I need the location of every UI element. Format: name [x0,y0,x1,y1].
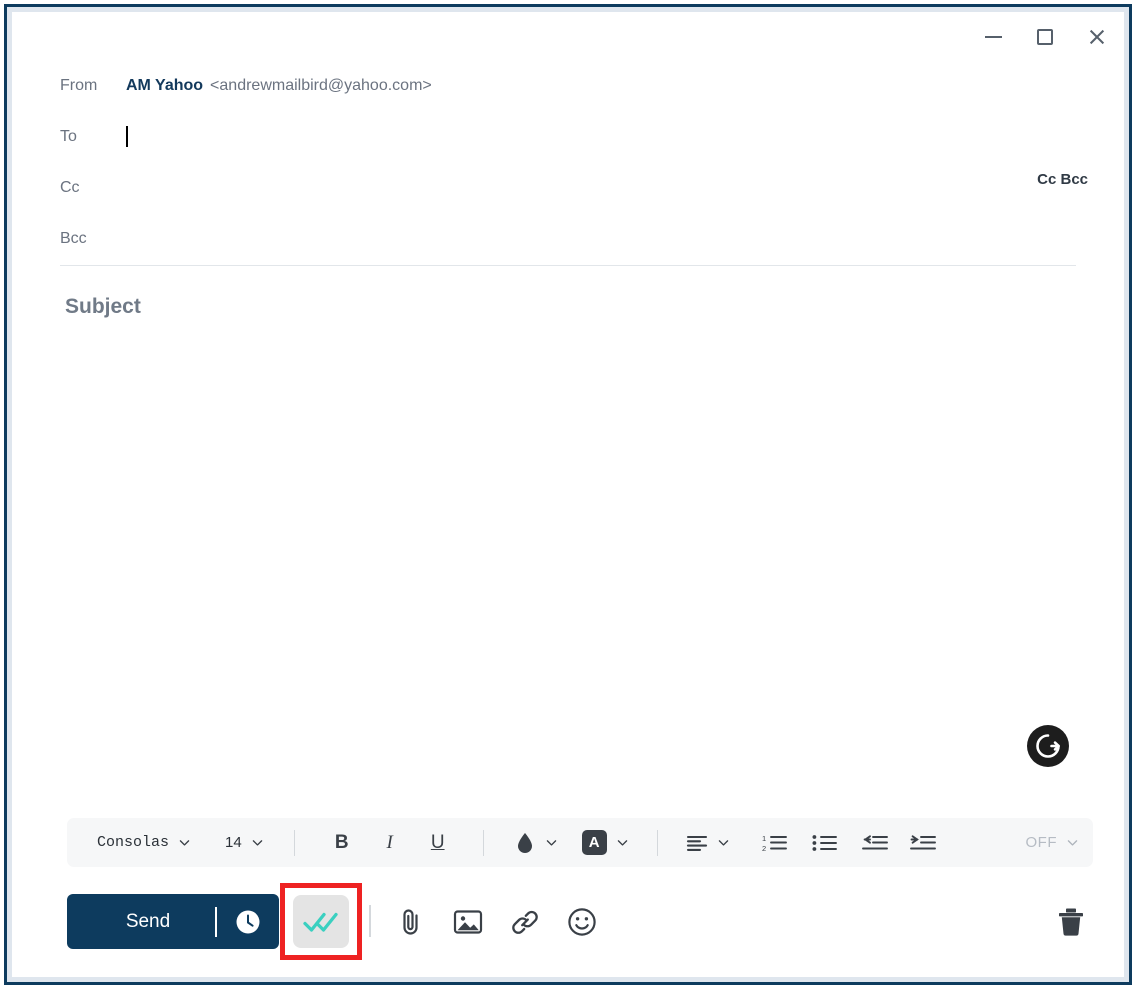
minimize-icon [984,36,1002,38]
chevron-down-icon [617,840,627,846]
cc-label: Cc [60,178,80,196]
font-size-selector[interactable]: 14 [225,826,264,860]
chevron-down-icon [718,840,728,846]
bullet-list-icon [812,834,837,851]
send-label: Send [125,910,171,932]
numbered-list-icon: 1 2 [762,834,787,853]
chevron-down-icon [179,840,190,846]
recipient-fields: From AM Yahoo <andrewmailbird@yahoo.com>… [60,60,1088,264]
italic-button[interactable]: I [377,826,403,860]
decrease-indent-button[interactable] [861,826,888,860]
chevron-down-icon [252,840,262,846]
compose-canvas: From AM Yahoo <andrewmailbird@yahoo.com>… [12,12,1124,977]
message-body-input[interactable] [60,337,1076,807]
underline-button[interactable]: U [425,826,451,860]
window-controls [978,22,1112,52]
bcc-row[interactable]: Bcc [60,213,1088,264]
cc-row[interactable]: Cc [60,162,1088,213]
minimize-button[interactable] [978,22,1008,52]
formatting-toolbar: Consolas 14 B I U A 1 2 OFF [67,818,1093,867]
droplet-icon [517,832,532,853]
to-row[interactable]: To [60,111,1088,162]
chevron-down-icon [1067,840,1078,846]
from-account-name: AM Yahoo [126,76,204,94]
toolbar-separator [293,829,295,856]
to-input[interactable] [126,126,128,147]
font-family-selector[interactable]: Consolas [81,826,191,860]
to-label: To [60,127,77,145]
attach-file-button[interactable] [393,904,429,940]
read-receipt-button[interactable] [293,895,349,948]
align-left-icon [686,835,707,851]
action-separator [369,905,371,937]
from-label: From [60,76,98,94]
increase-indent-button[interactable] [909,826,936,860]
toolbar-separator [482,829,484,856]
tracking-selector[interactable]: OFF [1026,826,1080,860]
clock-icon [236,910,260,933]
from-value: AM Yahoo <andrewmailbird@yahoo.com> [126,77,432,95]
grammarly-icon[interactable] [1025,723,1071,769]
image-icon [453,910,483,934]
maximize-icon [1037,29,1053,45]
insert-link-button[interactable] [507,904,543,940]
increase-indent-icon [909,834,936,849]
tracking-value: OFF [1025,834,1057,851]
subject-input[interactable]: Subject [65,295,141,319]
text-cursor [126,126,128,147]
highlight-a-icon: A [581,830,607,855]
font-family-value: Consolas [97,834,170,851]
header-divider [60,265,1076,266]
ordered-list-button[interactable]: 1 2 [762,826,788,860]
link-icon [512,910,538,934]
from-account-email: <andrewmailbird@yahoo.com> [210,76,432,94]
decrease-indent-icon [861,834,888,849]
text-color-button[interactable] [514,826,558,860]
cc-bcc-toggle[interactable]: Cc Bcc [1037,171,1088,188]
discard-draft-button[interactable] [1054,905,1088,939]
toolbar-separator [656,829,658,856]
chevron-down-icon [546,840,556,846]
compose-window: From AM Yahoo <andrewmailbird@yahoo.com>… [4,4,1132,985]
close-button[interactable] [1082,22,1112,52]
emoji-smiley-icon [568,908,596,936]
svg-text:1: 1 [762,834,766,843]
align-button[interactable] [686,826,730,860]
close-icon [1088,28,1106,46]
send-button[interactable]: Send [67,894,279,949]
schedule-send-button[interactable] [217,908,279,936]
double-check-icon [303,912,338,932]
insert-image-button[interactable] [450,904,486,940]
trash-icon [1059,908,1083,936]
from-row[interactable]: From AM Yahoo <andrewmailbird@yahoo.com> [60,60,1088,111]
paperclip-icon [403,909,418,935]
maximize-button[interactable] [1030,22,1060,52]
insert-emoji-button[interactable] [564,904,600,940]
bcc-label: Bcc [60,229,87,247]
highlight-color-button[interactable]: A [581,826,629,860]
font-size-value: 14 [225,834,242,851]
svg-text:2: 2 [762,844,766,853]
window-inner-frame: From AM Yahoo <andrewmailbird@yahoo.com>… [7,7,1129,982]
bulleted-list-button[interactable] [812,826,838,860]
bold-button[interactable]: B [329,826,355,860]
